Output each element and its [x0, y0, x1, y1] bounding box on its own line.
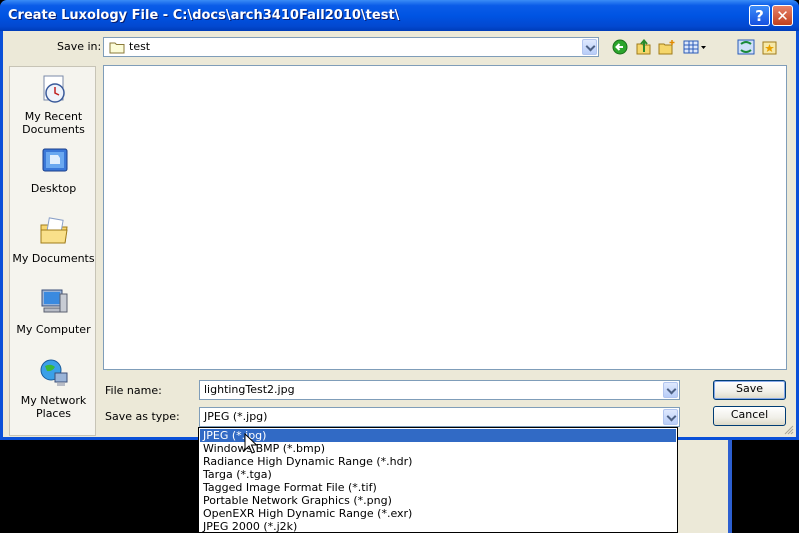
back-icon[interactable] — [612, 39, 630, 55]
place-desktop[interactable]: Desktop — [10, 145, 97, 195]
place-label: Desktop — [30, 182, 77, 195]
recent-documents-icon — [43, 75, 65, 103]
favorites-icon[interactable] — [761, 39, 779, 55]
place-label: My Recent — [24, 110, 83, 123]
desktop-icon — [42, 148, 67, 172]
save-as-type-label: Save as type: — [105, 410, 180, 423]
save-in-label: Save in: — [57, 40, 102, 53]
file-name-dropdown-arrow[interactable] — [663, 382, 678, 398]
save-as-type-value: JPEG (*.jpg) — [204, 410, 268, 423]
places-bar: My Recent Documents Desktop My Documents — [9, 66, 96, 436]
title-bar[interactable]: Create Luxology File - C:\docs\arch3410F… — [0, 0, 799, 31]
close-button[interactable]: ✕ — [772, 5, 793, 26]
place-my-recent-documents[interactable]: My Recent Documents — [10, 73, 97, 136]
folder-icon — [109, 42, 125, 54]
views-menu-icon[interactable] — [683, 39, 709, 55]
cancel-button[interactable]: Cancel — [713, 406, 786, 426]
save-as-type-dropdown-arrow[interactable] — [663, 409, 678, 425]
save-button[interactable]: Save — [713, 380, 786, 400]
dropdown-option[interactable]: Portable Network Graphics (*.png) — [200, 494, 676, 507]
place-label: Documents — [22, 123, 85, 136]
place-label: My Computer — [16, 323, 91, 336]
file-list[interactable] — [103, 65, 787, 370]
place-my-documents[interactable]: My Documents — [10, 215, 97, 265]
resize-grip-icon[interactable] — [784, 425, 794, 435]
place-label: My Documents — [12, 252, 95, 265]
sync-icon[interactable] — [737, 39, 755, 55]
save-as-type-dropdown-list[interactable]: JPEG (*.jpg) Windows BMP (*.bmp) Radianc… — [198, 427, 678, 533]
network-places-icon — [40, 359, 67, 386]
dropdown-option[interactable]: Targa (*.tga) — [200, 468, 676, 481]
my-documents-icon — [40, 217, 68, 244]
file-name-input[interactable]: lightingTest2.jpg — [199, 380, 680, 400]
save-as-type-select[interactable]: JPEG (*.jpg) — [199, 407, 680, 427]
window-title: Create Luxology File - C:\docs\arch3410F… — [8, 8, 400, 23]
dropdown-option[interactable]: Radiance High Dynamic Range (*.hdr) — [200, 455, 676, 468]
file-name-label: File name: — [105, 384, 162, 397]
place-label: My Network — [20, 394, 87, 407]
place-label: Places — [36, 407, 71, 420]
help-button[interactable]: ? — [749, 5, 770, 26]
my-computer-icon — [41, 289, 67, 313]
dropdown-option[interactable]: JPEG (*.jpg) — [200, 429, 676, 442]
dropdown-option[interactable]: JPEG 2000 (*.j2k) — [200, 520, 676, 533]
dropdown-option[interactable]: Tagged Image Format File (*.tif) — [200, 481, 676, 494]
save-in-value: test — [129, 40, 151, 53]
dialog-body: Save in: test My Recent Documents Deskto… — [3, 31, 796, 437]
save-in-combo[interactable]: test — [103, 37, 599, 57]
place-my-network-places[interactable]: My Network Places — [10, 357, 97, 420]
up-folder-icon[interactable] — [635, 39, 653, 55]
dropdown-option[interactable]: Windows BMP (*.bmp) — [200, 442, 676, 455]
place-my-computer[interactable]: My Computer — [10, 286, 97, 336]
background-window-fragment — [678, 440, 732, 533]
new-folder-icon[interactable] — [658, 39, 676, 55]
save-dialog-window: Create Luxology File - C:\docs\arch3410F… — [0, 0, 799, 440]
mouse-cursor-icon — [244, 433, 258, 454]
dropdown-option[interactable]: OpenEXR High Dynamic Range (*.exr) — [200, 507, 676, 520]
file-name-value: lightingTest2.jpg — [204, 383, 295, 396]
save-in-dropdown-arrow[interactable] — [582, 39, 597, 55]
